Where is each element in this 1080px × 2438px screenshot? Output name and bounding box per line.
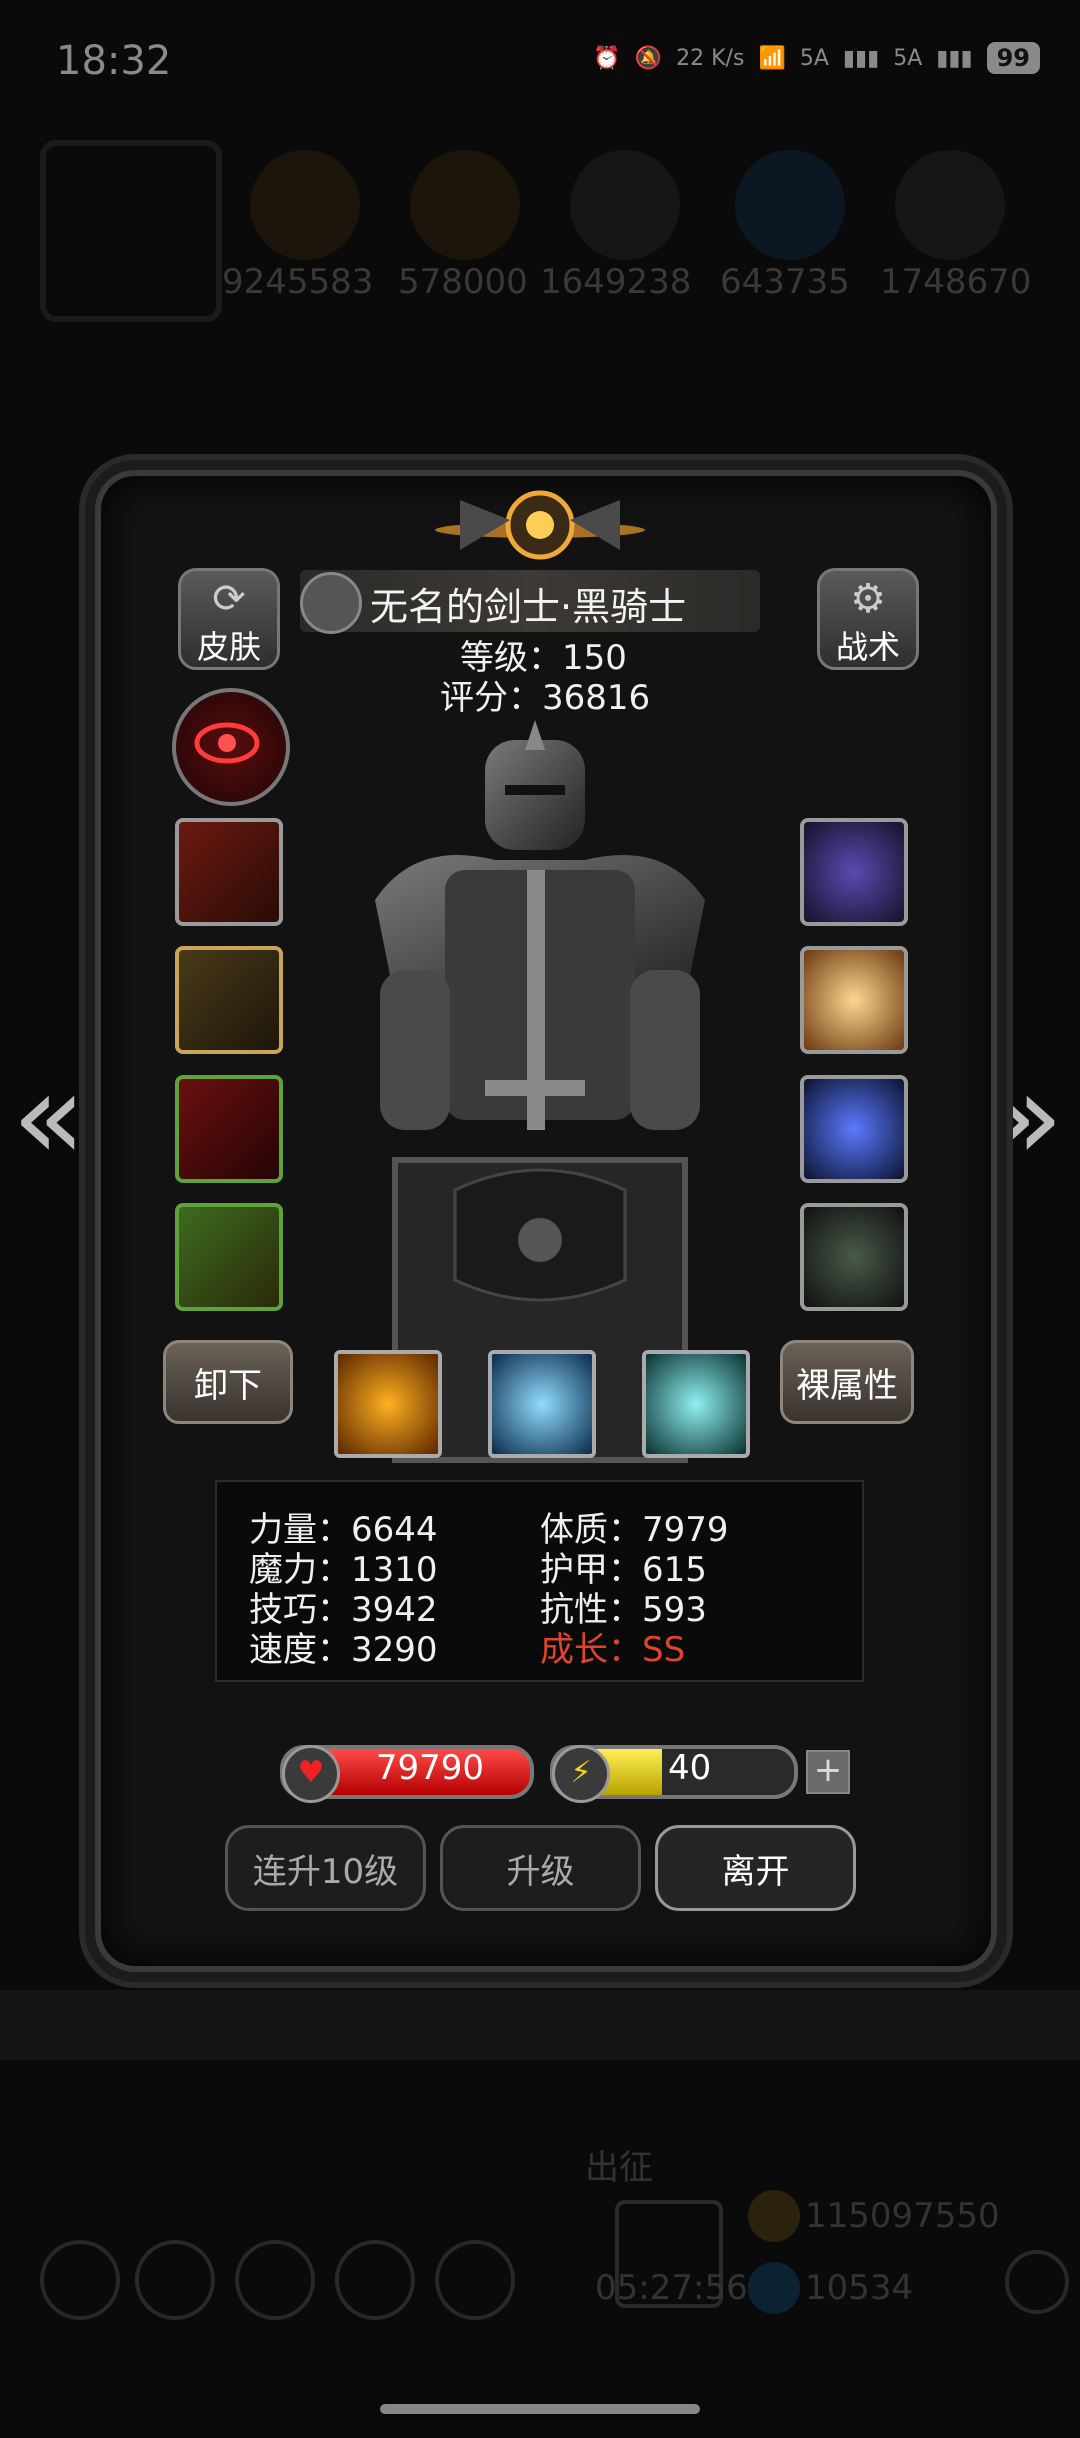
bg-timer: 05:27:56 — [595, 2268, 748, 2308]
stat-growth: 成长：SS — [540, 1630, 686, 1670]
bg-menu-icon — [135, 2240, 215, 2320]
armor-slot-icon[interactable] — [175, 946, 283, 1054]
stats-panel: 力量：6644 体质：7979 魔力：1310 护甲：615 技巧：3942 抗… — [215, 1480, 864, 1682]
bg-menu-icon — [235, 2240, 315, 2320]
wifi-icon: 📶 — [758, 45, 786, 71]
bg-menu-icon — [335, 2240, 415, 2320]
lightning-icon: ⚡ — [552, 1745, 610, 1803]
clock: 18:32 — [56, 38, 172, 84]
level-up-button[interactable]: 升级 — [440, 1825, 641, 1911]
crest-emblem-icon — [435, 490, 645, 560]
naked-attributes-button[interactable]: 裸属性 — [780, 1340, 914, 1424]
add-energy-button[interactable]: + — [806, 1750, 850, 1794]
signal-icon: ▮▮▮ — [842, 45, 880, 71]
net-speed: 22 K/s — [676, 45, 745, 71]
unequip-button[interactable]: 卸下 — [163, 1340, 293, 1424]
refresh-shirt-icon: ⟳ — [212, 576, 246, 622]
signal-icon-2: ▮▮▮ — [936, 45, 973, 71]
bg-resource-value: 578000 — [398, 262, 528, 302]
blade-slot-icon[interactable] — [800, 1203, 908, 1311]
bg-menu-icon — [435, 2240, 515, 2320]
battery-indicator: 99 — [986, 42, 1040, 74]
status-icons: ⏰ 🔕 22 K/s 📶 5A ▮▮▮ 5A ▮▮▮ 99 — [593, 42, 1040, 74]
shield-skill-icon[interactable] — [334, 1350, 442, 1458]
gauntlet-slot-icon[interactable] — [175, 1075, 283, 1183]
amulet-slot-icon[interactable] — [800, 818, 908, 926]
eye-skill-icon[interactable] — [488, 1350, 596, 1458]
hp-value: 79790 — [375, 1748, 485, 1788]
weapon-slot-sword-icon[interactable] — [175, 818, 283, 926]
level-up-10-button[interactable]: 连升10级 — [225, 1825, 426, 1911]
stat-speed: 速度：3290 — [249, 1630, 438, 1670]
hero-score: 评分：36816 — [440, 678, 651, 718]
bg-gem-icon — [748, 2262, 800, 2314]
bg-plus-icon — [1005, 2250, 1069, 2314]
mute-icon: 🔕 — [634, 45, 663, 71]
bg-resource-value: 9245583 — [222, 262, 374, 302]
orb-slot-icon[interactable] — [800, 946, 908, 1054]
prev-hero-arrow-icon[interactable]: « — [12, 1058, 85, 1178]
home-indicator[interactable] — [380, 2404, 700, 2414]
bg-resource-icon — [250, 150, 360, 260]
leave-button[interactable]: 离开 — [655, 1825, 856, 1911]
signal-label-2: 5A — [893, 45, 923, 71]
bg-resource-icon — [410, 150, 520, 260]
bg-gem-value: 10534 — [805, 2268, 914, 2308]
bg-resource-value: 643735 — [720, 262, 850, 302]
accessory-slot-icon[interactable] — [175, 1203, 283, 1311]
bg-avatar — [40, 140, 222, 322]
bg-resource-value: 1649238 — [540, 262, 692, 302]
bg-menu-icon — [40, 2240, 120, 2320]
hero-name: 无名的剑士·黑骑士 — [370, 585, 687, 629]
slash-skill-icon[interactable] — [642, 1350, 750, 1458]
red-eye-skill-icon[interactable] — [172, 688, 290, 806]
alarm-icon: ⏰ — [593, 45, 621, 71]
bg-gold-icon — [748, 2190, 800, 2242]
crystal-slot-icon[interactable] — [800, 1075, 908, 1183]
bg-gold-value: 115097550 — [805, 2196, 1000, 2236]
bg-tab-bar — [0, 1990, 1080, 2060]
signal-label: 5A — [799, 45, 829, 71]
tactics-button[interactable]: ⚙ 战术 — [817, 568, 919, 670]
bg-resource-icon — [895, 150, 1005, 260]
bg-resource-icon — [570, 150, 680, 260]
next-hero-arrow-icon[interactable]: » — [990, 1058, 1063, 1178]
gear-icon: ⚙ — [850, 576, 886, 622]
bg-resource-icon — [735, 150, 845, 260]
energy-value: 40 — [668, 1748, 712, 1788]
skin-button[interactable]: ⟳ 皮肤 — [178, 568, 280, 670]
rank-medal-icon — [300, 572, 362, 634]
status-bar: 18:32 ⏰ 🔕 22 K/s 📶 5A ▮▮▮ 5A ▮▮▮ 99 — [0, 0, 1080, 130]
heart-icon: ♥ — [282, 1745, 340, 1803]
bg-resource-value: 1748670 — [880, 262, 1032, 302]
bg-expedition-label: 出征 — [585, 2148, 653, 2188]
